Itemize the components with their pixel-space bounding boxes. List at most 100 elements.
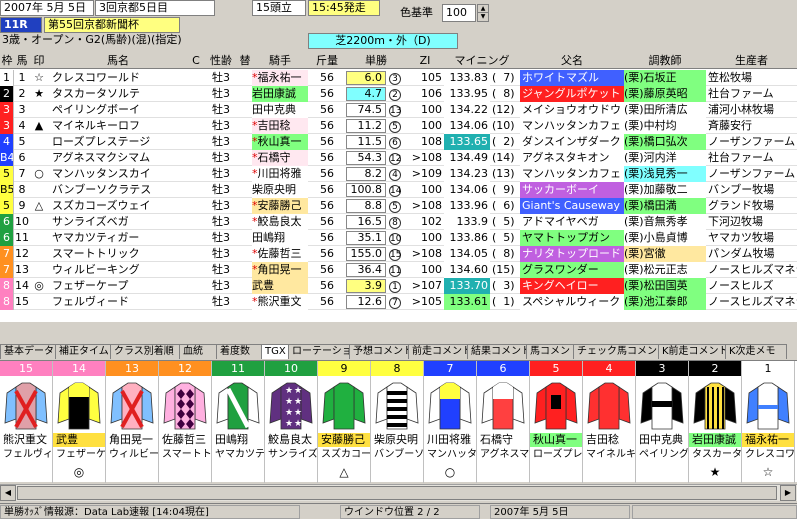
silk-column[interactable]: 1 福永祐一クレスコワールド ☆ <box>742 361 795 483</box>
jockey-cell[interactable]: *吉田稔 <box>252 118 308 134</box>
silk-column[interactable]: 9 安藤勝己スズカコーズウェイ △ <box>318 361 371 483</box>
tab-5[interactable]: TGX <box>261 344 289 359</box>
horse-name[interactable]: ヤマカツティガー <box>52 230 188 246</box>
silk-column[interactable]: 5 秋山真一ローズプレステージ <box>530 361 583 483</box>
spin-up-icon[interactable]: ▲ <box>478 5 488 13</box>
horse-name[interactable]: タスカータソルテ <box>52 86 188 102</box>
silk-column[interactable]: 10★★★★★★★★鮫島良太サンライズベガ <box>265 361 318 483</box>
col-c[interactable]: C <box>188 52 204 69</box>
horse-name[interactable]: サンライズベガ <box>52 214 188 230</box>
table-row[interactable]: 4 5 ローズプレステージ 牡3 56 108 ダンスインザダーク (栗)橋口弘次 ノーザンファ… <box>0 134 797 150</box>
horse-name[interactable]: スマートトリック <box>52 246 188 262</box>
silk-column[interactable]: 12 佐藤哲三スマートトリック <box>159 361 212 483</box>
table-row[interactable]: 5 7 ○ マンハッタンスカイ 牡3 56 >109 マンハッタンカフェ (栗)浅見秀一 ノーザン… <box>0 166 797 182</box>
table-row[interactable]: 5 9 △ スズカコーズウェイ 牡3 56 >108 Giant's Causeway (栗)橋… <box>0 198 797 214</box>
jockey-cell[interactable]: 武豊 <box>252 278 308 294</box>
scroll-right-icon[interactable]: ▶ <box>780 485 796 501</box>
table-row[interactable]: 7 13 ウィルビーキング 牡3 56 100 グラスワンダー (栗)松元正志 ノースヒルズマネ… <box>0 262 797 278</box>
table-row[interactable]: 8 14 ◎ フェザーケープ 牡3 56 >107 キングヘイロー (栗)松田国英 ノースヒルズ 武… <box>0 278 797 294</box>
tab-12[interactable]: K前走コメント <box>658 344 726 359</box>
horse-name[interactable]: クレスコワールド <box>52 70 188 86</box>
col-gate[interactable]: 枠 <box>0 52 14 69</box>
jockey-cell[interactable]: *熊沢重文 <box>252 294 308 310</box>
tab-11[interactable]: チェック馬コメント <box>573 344 659 359</box>
jockey-cell[interactable]: *安藤勝己 <box>252 198 308 214</box>
silk-column[interactable]: 7 川田将雅マンハッタンスカイ ○ <box>424 361 477 483</box>
jockey-cell[interactable]: *鮫島良太 <box>252 214 308 230</box>
silk-column[interactable]: 4 吉田稔マイネルキーロフ <box>583 361 636 483</box>
silk-column[interactable]: 3 田中克典ペイリングボーイ <box>636 361 689 483</box>
col-num[interactable]: 馬 <box>14 52 30 69</box>
jockey-cell[interactable]: 田嶋翔 <box>252 230 308 246</box>
table-row[interactable]: 7 12 スマートトリック 牡3 56 >108 ナリタトップロード (栗)宮徹 パンダム牧場 *… <box>0 246 797 262</box>
jockey-cell[interactable]: *秋山真一 <box>252 134 308 150</box>
silk-column[interactable]: 8 柴原央明バンブーソクラテス <box>371 361 424 483</box>
tab-1[interactable]: 補正タイム <box>55 344 111 359</box>
table-row[interactable]: B4 6 アグネスマクシマム 牡3 56 >108 アグネスタキオン (栗)河内洋 社台ファーム… <box>0 150 797 166</box>
silk-column[interactable]: 14 武豊フェザーケープ ◎ <box>53 361 106 483</box>
col-change[interactable]: 替 <box>238 52 252 69</box>
silk-column[interactable]: 15 熊沢重文フェルヴィード <box>0 361 53 483</box>
table-row[interactable]: 3 4 ▲ マイネルキーロフ 牡3 56 100 マンハッタンカフェ (栗)中村均 斉藤安行 *吉田… <box>0 118 797 134</box>
table-row[interactable]: 1 1 ☆ クレスコワールド 牡3 56 105 ホワイトマズル (栗)石坂正 笠松牧場 *福永祐一… <box>0 70 797 86</box>
color-std-input[interactable]: 100 <box>442 4 476 22</box>
silk-column[interactable]: 11 田嶋翔ヤマカツティガー <box>212 361 265 483</box>
status-bar: 単勝ｵｯｽﾞ情報源：Data Lab速報 [14:04現在] ウインドウ位置 2… <box>0 503 797 519</box>
table-row[interactable]: 3 3 ペイリングボーイ 牡3 56 100 メイショウオウドウ (栗)田所清広 浦河小林牧場 田… <box>0 102 797 118</box>
tab-4[interactable]: 着度数 <box>216 344 262 359</box>
col-trainer[interactable]: 調教師 <box>624 52 706 69</box>
tab-9[interactable]: 結果コメント <box>467 344 527 359</box>
table-row[interactable]: B5 8 バンブーソクラテス 牡3 56 100 サッカーボーイ (栗)加藤敬二 バンブー牧場 柴… <box>0 182 797 198</box>
silk-column[interactable]: 2 岩田康誠タスカータソルテ ★ <box>689 361 742 483</box>
tab-3[interactable]: 血統 <box>179 344 217 359</box>
scroll-left-icon[interactable]: ◀ <box>0 485 16 501</box>
color-std-spinner[interactable]: ▲ ▼ <box>477 4 489 22</box>
tab-7[interactable]: 予想コメント <box>349 344 409 359</box>
col-jockey[interactable]: 騎手 <box>252 52 308 69</box>
horse-name[interactable]: フェルヴィード <box>52 294 188 310</box>
horse-name[interactable]: スズカコーズウェイ <box>52 198 188 214</box>
table-row[interactable]: 8 15 フェルヴィード 牡3 56 >105 スペシャルウィーク (栗)池江泰郎 ノースヒルズ… <box>0 294 797 310</box>
jockey-cell[interactable]: *福永祐一 <box>252 70 308 86</box>
spin-down-icon[interactable]: ▼ <box>478 13 488 21</box>
jockey-cell[interactable]: *石橋守 <box>252 150 308 166</box>
table-row[interactable]: 6 10 サンライズベガ 牡3 56 102 アドマイヤベガ (栗)音無秀孝 下河辺牧場 *鮫島良… <box>0 214 797 230</box>
col-breeder[interactable]: 生産者 <box>706 52 797 69</box>
col-weight[interactable]: 斤量 <box>308 52 346 69</box>
tab-6[interactable]: ローテーション <box>288 344 350 359</box>
horse-name[interactable]: マイネルキーロフ <box>52 118 188 134</box>
tab-0[interactable]: 基本データ <box>0 344 56 359</box>
silk-column[interactable]: 13 角田晃一ウィルビーキング <box>106 361 159 483</box>
col-odds[interactable]: 単勝 <box>346 52 406 69</box>
col-mark[interactable]: 印 <box>30 52 48 69</box>
col-sire[interactable]: 父名 <box>520 52 624 69</box>
scroll-thumb[interactable] <box>17 486 777 500</box>
horse-name[interactable]: アグネスマクシマム <box>52 150 188 166</box>
silk-column[interactable]: 6 石橋守アグネスマクシマム <box>477 361 530 483</box>
horse-name[interactable]: ローズプレステージ <box>52 134 188 150</box>
col-zi[interactable]: ZI <box>406 52 444 69</box>
jockey-cell[interactable]: 田中克典 <box>252 102 308 118</box>
horse-name[interactable]: バンブーソクラテス <box>52 182 188 198</box>
horse-name[interactable]: マンハッタンスカイ <box>52 166 188 182</box>
jockey-cell[interactable]: 岩田康誠 <box>252 86 308 102</box>
jockey-cell[interactable]: *角田晃一 <box>252 262 308 278</box>
horizontal-scrollbar[interactable]: ◀ ▶ <box>0 484 797 501</box>
horse-name[interactable]: フェザーケープ <box>52 278 188 294</box>
runner-count: 15頭立 <box>252 0 306 16</box>
tab-2[interactable]: クラス別着順 <box>110 344 180 359</box>
col-mining[interactable]: マイニング <box>444 52 520 69</box>
table-row[interactable]: 6 11 ヤマカツティガー 牡3 56 100 ヤマトトップガン (栗)小島貞博 ヤマカツ牧場 田… <box>0 230 797 246</box>
col-sex-age[interactable]: 性齢 <box>204 52 238 69</box>
table-row[interactable]: 2 2 ★ タスカータソルテ 牡3 56 106 ジャングルポケット (栗)藤原英昭 社台ファーム… <box>0 86 797 102</box>
horse-name[interactable]: ペイリングボーイ <box>52 102 188 118</box>
jockey-cell[interactable]: *川田将雅 <box>252 166 308 182</box>
horse-name[interactable]: ウィルビーキング <box>52 262 188 278</box>
tab-10[interactable]: 馬コメント <box>526 344 574 359</box>
tab-8[interactable]: 前走コメント <box>408 344 468 359</box>
tab-13[interactable]: K次走メモ <box>725 344 787 359</box>
jockey-cell[interactable]: 柴原央明 <box>252 182 308 198</box>
jockey-cell[interactable]: *佐藤哲三 <box>252 246 308 262</box>
col-name[interactable]: 馬名 <box>48 52 188 69</box>
sire-name: マンハッタンカフェ <box>520 118 624 134</box>
